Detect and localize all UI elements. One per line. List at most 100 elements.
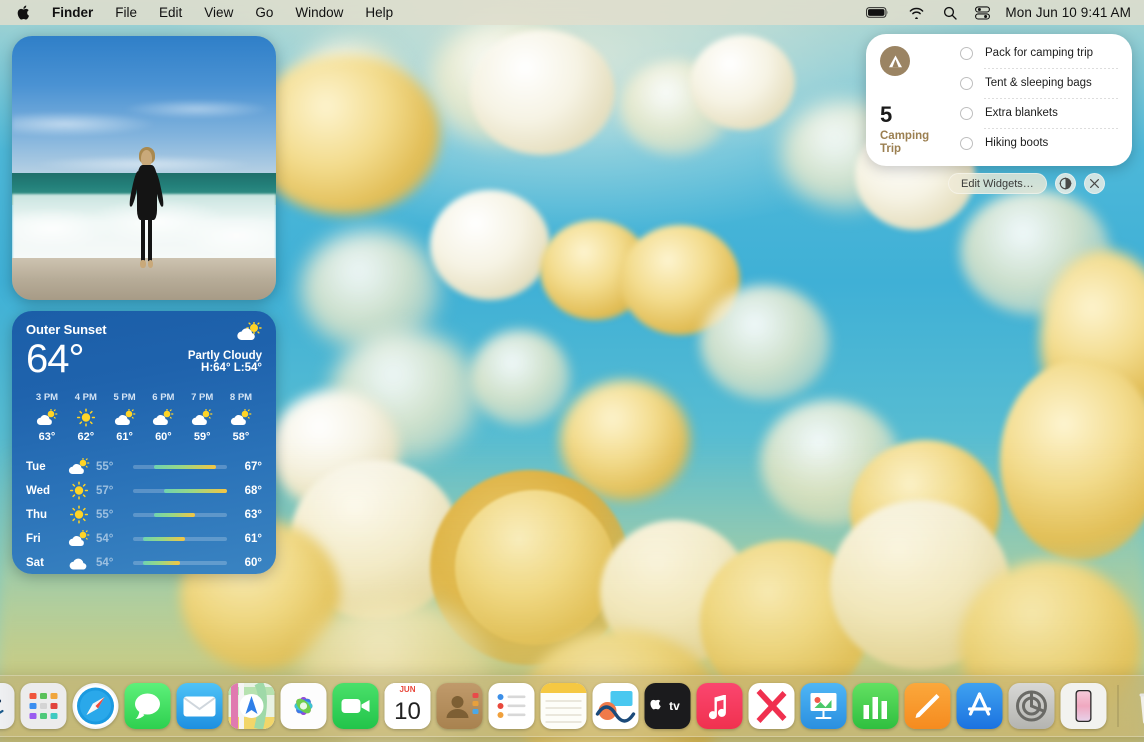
daily-low: 57° [96,485,128,497]
daily-low: 54° [96,533,128,545]
reminder-label: Extra blankets [985,107,1058,119]
weather-high-low: H:64° L:54° [201,362,262,374]
reminder-label: Hiking boots [985,137,1048,149]
daily-temp-range-bar [164,489,227,493]
dock-item-safari[interactable] [72,682,120,730]
dock-item-launchpad[interactable] [20,682,68,730]
reminder-item[interactable]: Hiking boots [958,128,1120,158]
hourly-temp: 62° [77,431,94,443]
wifi-icon[interactable] [899,0,934,25]
partly-cloudy-icon [191,407,213,428]
daily-high: 63° [232,509,262,521]
hourly-item: 5 PM 61° [106,392,144,443]
menu-item-edit[interactable]: Edit [148,0,193,25]
close-icon[interactable] [1084,173,1105,194]
dock-item-messages[interactable] [124,682,172,730]
daily-high: 68° [232,485,262,497]
weather-temperature: 64° [26,340,106,378]
dock-item-trash[interactable] [1129,682,1144,730]
hourly-item: 3 PM 63° [28,392,66,443]
dock-item-music[interactable] [696,682,744,730]
dock-item-maps[interactable] [228,682,276,730]
daily-day: Sat [26,557,62,569]
dock: JUN 10 [0,675,1144,737]
menu-item-help[interactable]: Help [354,0,404,25]
daily-day: Wed [26,485,62,497]
daily-row: Wed 57° 68° [26,479,262,502]
daily-temp-range-bar [154,465,216,469]
reminder-item[interactable]: Tent & sleeping bags [958,68,1120,98]
calendar-month: JUN [399,685,415,694]
hourly-temp: 58° [233,431,250,443]
menu-item-view[interactable]: View [193,0,244,25]
weather-widget[interactable]: Outer Sunset 64° Partly Cloudy H:64° L:5… [12,311,276,574]
reminder-checkbox[interactable] [960,107,973,120]
svg-text:tv: tv [669,699,680,713]
widget-edit-toolbar: Edit Widgets… [948,173,1105,194]
weather-condition: Partly Cloudy [188,350,262,362]
daily-temp-range-bar [154,513,195,517]
edit-widgets-button[interactable]: Edit Widgets… [948,173,1047,194]
dock-item-finder[interactable] [0,682,16,730]
reminders-list-title-line1: Camping [880,130,958,143]
reminders-widget[interactable]: 5 Camping Trip Pack for camping trip Ten… [866,34,1132,166]
dock-item-facetime[interactable] [332,682,380,730]
hourly-item: 8 PM 58° [222,392,260,443]
apple-logo-icon[interactable] [13,5,41,20]
menu-item-finder[interactable]: Finder [41,0,104,25]
partly-cloudy-icon [230,407,252,428]
dock-item-reminders[interactable] [488,682,536,730]
daily-high: 61° [232,533,262,545]
sunny-icon [62,481,96,500]
hourly-time: 3 PM [36,392,58,403]
dock-item-numbers[interactable] [852,682,900,730]
reminder-item[interactable]: Pack for camping trip [958,38,1120,68]
daily-high: 67° [232,461,262,473]
photo-widget[interactable] [12,36,276,300]
dock-separator [1118,685,1119,727]
hourly-time: 4 PM [75,392,97,403]
dock-item-photos[interactable] [280,682,328,730]
dock-item-appletv[interactable]: tv [644,682,692,730]
reminder-checkbox[interactable] [960,77,973,90]
dock-item-freeform[interactable] [592,682,640,730]
reminder-checkbox[interactable] [960,47,973,60]
menu-item-go[interactable]: Go [244,0,284,25]
dock-item-contacts[interactable] [436,682,484,730]
hourly-item: 4 PM 62° [67,392,105,443]
reminders-list: Pack for camping trip Tent & sleeping ba… [958,34,1132,166]
calendar-day: 10 [394,698,421,725]
daily-day: Thu [26,509,62,521]
dock-item-appstore[interactable] [956,682,1004,730]
hourly-temp: 63° [39,431,56,443]
menu-bar-clock[interactable]: Mon Jun 10 9:41 AM [999,5,1133,20]
battery-icon[interactable] [857,0,899,25]
dock-item-calendar[interactable]: JUN 10 [384,682,432,730]
dock-item-iphonemirroring[interactable] [1060,682,1108,730]
daily-row: Tue 55° 67° [26,455,262,478]
daily-day: Tue [26,461,62,473]
partly-cloudy-icon [62,530,96,547]
reminder-label: Pack for camping trip [985,47,1093,59]
dock-item-notes[interactable] [540,682,588,730]
widget-settings-icon[interactable] [1055,173,1076,194]
dock-item-pages[interactable] [904,682,952,730]
weather-current: Outer Sunset 64° [26,322,106,378]
reminders-list-title-line2: Trip [880,143,958,156]
menu-bar-status-area: Mon Jun 10 9:41 AM [857,0,1144,25]
dock-item-mail[interactable] [176,682,224,730]
reminder-item[interactable]: Extra blankets [958,98,1120,128]
weather-hourly-forecast: 3 PM 63° 4 PM 62° 5 PM 61° 6 PM 60° [26,392,262,443]
reminder-checkbox[interactable] [960,137,973,150]
daily-row: Fri 54° 61° [26,527,262,550]
dock-item-keynote[interactable] [800,682,848,730]
search-icon[interactable] [934,0,966,25]
weather-condition-block: Partly Cloudy H:64° L:54° [188,322,262,374]
menu-item-window[interactable]: Window [284,0,354,25]
control-center-icon[interactable] [966,0,999,25]
dock-item-news[interactable] [748,682,796,730]
menu-item-file[interactable]: File [104,0,148,25]
dock-item-systemsettings[interactable] [1008,682,1056,730]
hourly-time: 5 PM [114,392,136,403]
hourly-time: 6 PM [152,392,174,403]
